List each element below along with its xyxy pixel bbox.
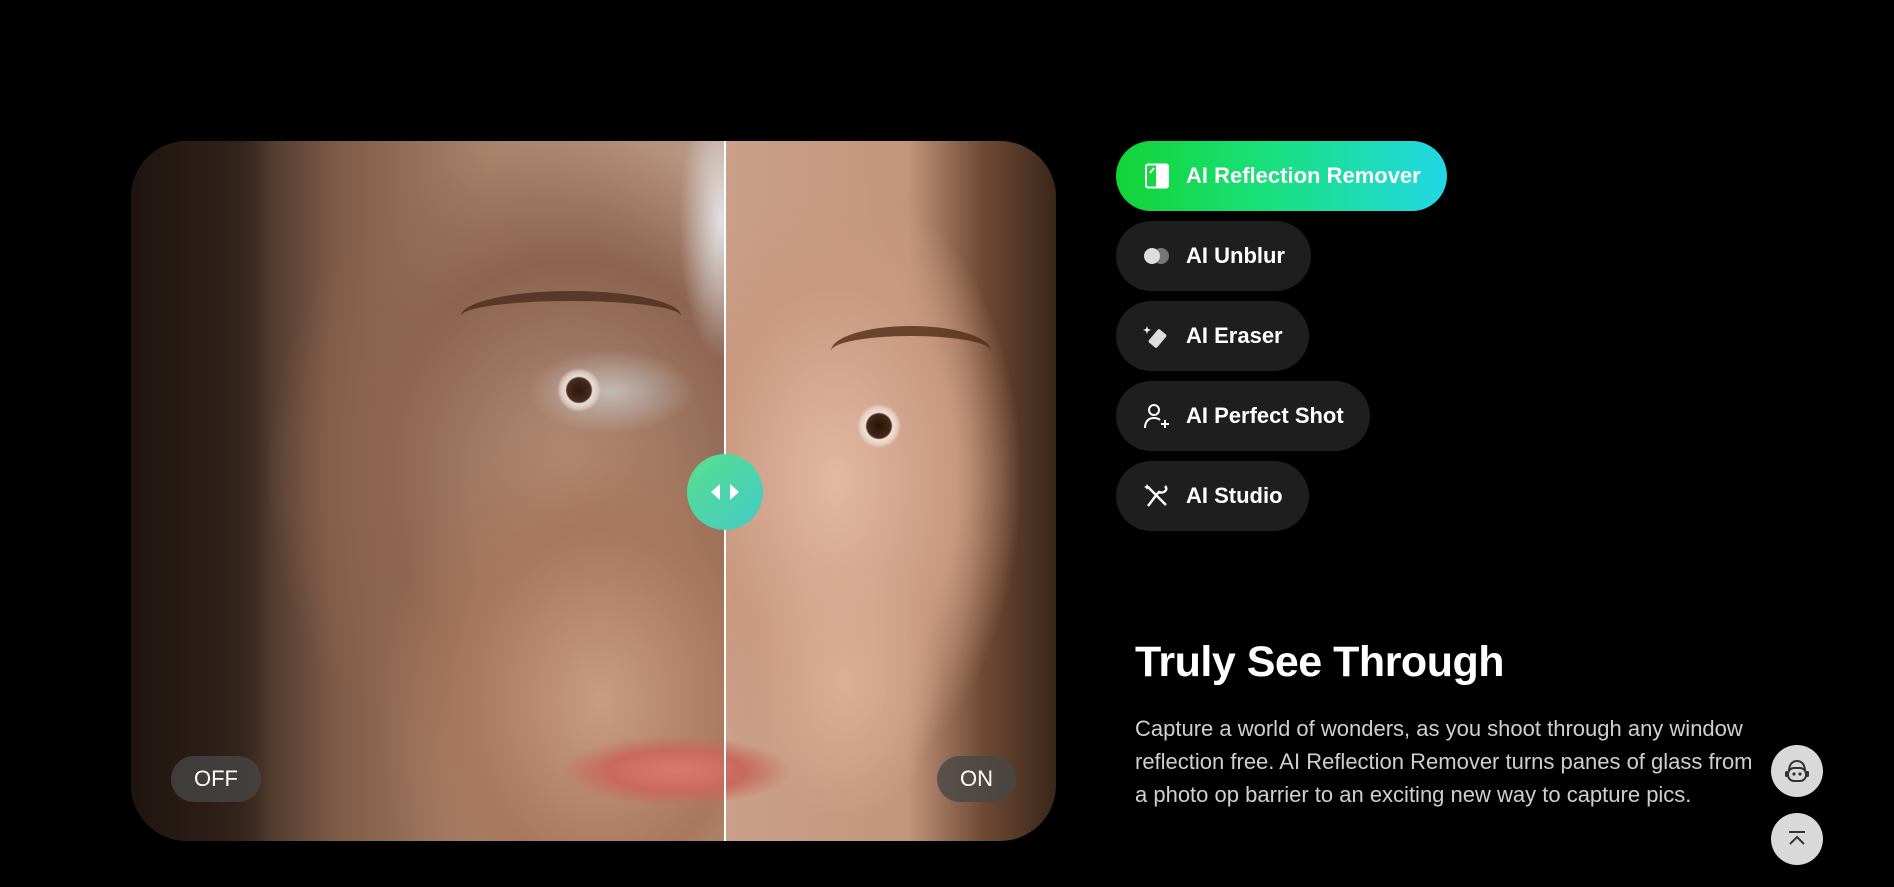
off-label: OFF xyxy=(171,756,261,802)
eyebrow-left xyxy=(461,291,681,341)
perfect-shot-icon xyxy=(1142,401,1172,431)
compare-slider-handle[interactable] xyxy=(687,454,763,530)
eraser-icon xyxy=(1142,321,1172,351)
support-bot-icon xyxy=(1785,759,1809,782)
studio-icon xyxy=(1142,481,1172,511)
drag-arrows-icon xyxy=(711,484,739,500)
menu-item-ai-studio[interactable]: AI Studio xyxy=(1116,461,1309,531)
eyebrow-right xyxy=(831,326,991,376)
eye-right xyxy=(831,403,941,449)
menu-item-ai-eraser[interactable]: AI Eraser xyxy=(1116,301,1309,371)
back-to-top-button[interactable] xyxy=(1771,813,1823,865)
menu-item-ai-unblur[interactable]: AI Unblur xyxy=(1116,221,1311,291)
page: OFF ON AI Reflection Remover AI Unblur A… xyxy=(0,0,1894,887)
on-label: ON xyxy=(937,756,1016,802)
eye-left xyxy=(521,366,641,414)
lips xyxy=(561,736,791,806)
menu-item-label: AI Eraser xyxy=(1186,323,1283,348)
before-after-comparison[interactable]: OFF ON xyxy=(131,141,1056,841)
menu-item-label: AI Studio xyxy=(1186,483,1283,508)
back-to-top-icon xyxy=(1789,831,1805,845)
support-button[interactable] xyxy=(1771,745,1823,797)
reflection-remover-icon xyxy=(1142,161,1172,191)
feature-headline: Truly See Through xyxy=(1135,638,1505,686)
menu-item-ai-perfect-shot[interactable]: AI Perfect Shot xyxy=(1116,381,1370,451)
menu-item-ai-reflection-remover[interactable]: AI Reflection Remover xyxy=(1116,141,1447,211)
after-image xyxy=(725,141,1056,841)
feature-description: Capture a world of wonders, as you shoot… xyxy=(1135,716,1753,807)
hair-shadow xyxy=(131,141,271,841)
unblur-icon xyxy=(1142,241,1172,271)
menu-item-label: AI Reflection Remover xyxy=(1186,163,1421,188)
menu-item-label: AI Unblur xyxy=(1186,243,1285,268)
menu-item-label: AI Perfect Shot xyxy=(1186,403,1344,428)
feature-menu: AI Reflection Remover AI Unblur AI Erase… xyxy=(1116,141,1447,531)
